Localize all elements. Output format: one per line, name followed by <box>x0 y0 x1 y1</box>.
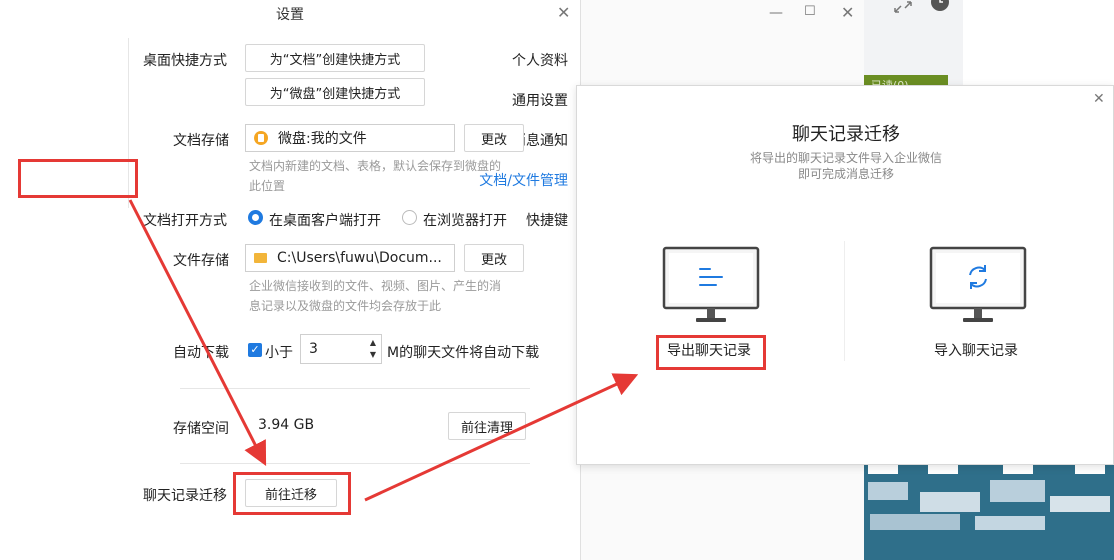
dialog-close-icon[interactable]: ✕ <box>1093 92 1105 106</box>
mosaic-pixel <box>975 516 1045 530</box>
mosaic-pixel <box>1050 496 1110 512</box>
section-divider <box>180 463 530 464</box>
background-image-block <box>863 464 1114 560</box>
desktop-shortcut-label: 桌面快捷方式 <box>143 53 227 69</box>
file-storage-path: C:\Users\fuwu\Docum... <box>277 250 442 266</box>
import-chat-label[interactable]: 导入聊天记录 <box>934 340 1018 360</box>
storage-space-label: 存储空间 <box>173 421 229 437</box>
background-tab <box>1003 464 1033 474</box>
section-divider <box>180 388 530 389</box>
nav-item-shortcuts[interactable]: 快捷键 <box>526 210 568 230</box>
file-storage-path-field: C:\Users\fuwu\Docum... <box>245 244 455 272</box>
auto-download-size-value: 3 <box>309 341 318 357</box>
doc-storage-path: 微盘:我的文件 <box>278 131 367 147</box>
mosaic-pixel <box>870 514 960 530</box>
dialog-subtitle: 将导出的聊天记录文件导入企业微信 即可完成消息迁移 <box>577 150 1114 182</box>
maximize-icon[interactable]: ☐ <box>804 5 816 18</box>
chat-migration-label: 聊天记录迁移 <box>143 488 227 504</box>
close-icon[interactable]: ✕ <box>841 5 854 21</box>
doc-storage-label: 文档存储 <box>173 133 229 149</box>
radio-desktop-client[interactable] <box>248 210 263 225</box>
background-tab <box>868 464 898 474</box>
dialog-divider <box>844 241 845 361</box>
storage-space-value: 3.94 GB <box>258 417 315 433</box>
create-doc-shortcut-button[interactable]: 为“文档”创建快捷方式 <box>245 44 425 72</box>
settings-close-icon[interactable]: ✕ <box>557 5 570 21</box>
file-storage-hint: 企业微信接收到的文件、视频、图片、产生的消息记录以及微盘的文件均会存放于此 <box>249 279 502 313</box>
dialog-subtitle-line1: 将导出的聊天记录文件导入企业微信 <box>749 151 942 165</box>
background-tab <box>1075 464 1105 474</box>
auto-download-label: 自动下载 <box>173 345 229 361</box>
monitor-lines-icon[interactable] <box>662 246 760 326</box>
annotation-box-migrate <box>233 472 351 515</box>
doc-storage-hint: 文档内新建的文档、表格，默认会保存到微盘的此位置 <box>249 159 502 193</box>
go-clean-button[interactable]: 前往清理 <box>448 412 526 440</box>
monitor-sync-icon[interactable] <box>929 246 1027 326</box>
weipan-icon <box>254 131 268 145</box>
radio-desktop-client-label[interactable]: 在桌面客户端打开 <box>269 210 381 230</box>
nav-item-profile[interactable]: 个人资料 <box>512 50 568 70</box>
mosaic-pixel <box>990 480 1045 502</box>
file-storage-change-button[interactable]: 更改 <box>464 244 524 272</box>
expand-icon[interactable] <box>893 0 913 14</box>
mosaic-pixel <box>868 482 908 500</box>
doc-storage-change-button[interactable]: 更改 <box>464 124 524 152</box>
radio-browser-label[interactable]: 在浏览器打开 <box>423 210 507 230</box>
auto-download-size-stepper[interactable]: 3 ▲ ▼ <box>300 334 382 364</box>
clock-icon[interactable] <box>930 0 950 14</box>
chat-migration-dialog: ✕ 聊天记录迁移 将导出的聊天记录文件导入企业微信 即可完成消息迁移 导出聊天记… <box>576 85 1114 465</box>
doc-storage-path-field: 微盘:我的文件 <box>245 124 455 152</box>
nav-item-general[interactable]: 通用设置 <box>512 90 568 110</box>
dialog-subtitle-line2: 即可完成消息迁移 <box>797 167 894 181</box>
auto-download-suffix: M的聊天文件将自动下载 <box>387 345 540 361</box>
background-tab <box>928 464 958 474</box>
stepper-arrows-icon[interactable]: ▲ ▼ <box>370 337 376 361</box>
mosaic-pixel <box>920 492 980 512</box>
annotation-box-export <box>656 335 766 370</box>
annotation-box-nav <box>18 159 138 198</box>
minimize-icon[interactable]: — <box>769 6 783 20</box>
dialog-title: 聊天记录迁移 <box>792 124 900 145</box>
doc-open-mode-label: 文档打开方式 <box>143 213 227 229</box>
create-disk-shortcut-button[interactable]: 为“微盘”创建快捷方式 <box>245 78 425 106</box>
auto-download-checkbox-label: 小于 <box>265 345 293 361</box>
settings-title: 设置 <box>276 7 304 23</box>
auto-download-checkbox[interactable]: ✓ <box>248 343 262 357</box>
radio-browser[interactable] <box>402 210 417 225</box>
folder-icon <box>254 253 267 263</box>
file-storage-label: 文件存储 <box>173 253 229 269</box>
